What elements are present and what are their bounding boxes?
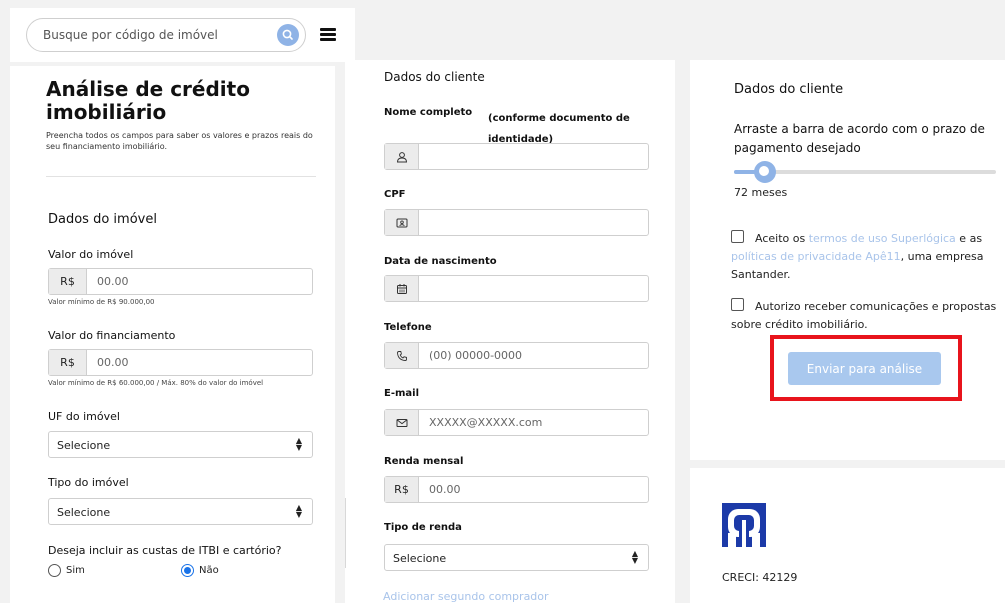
- phone-prefix: [385, 343, 419, 368]
- cpf-label: CPF: [384, 189, 406, 200]
- page-subtitle: Preencha todos os campos para saber os v…: [46, 131, 313, 151]
- select-arrows-icon: ▲ ▼: [295, 503, 302, 519]
- footer-panel: CRECI: 42129: [690, 468, 1005, 603]
- user-prefix: [385, 144, 419, 169]
- search-button[interactable]: [277, 24, 299, 46]
- envelope-prefix: [385, 410, 419, 435]
- phone-label: Telefone: [384, 322, 432, 333]
- birth-date-label: Data de nascimento: [384, 256, 497, 267]
- user-icon: [396, 151, 407, 162]
- select-arrows-icon: ▲ ▼: [295, 436, 302, 452]
- property-panel: Análise de crédito imobiliário Preencha …: [10, 66, 335, 603]
- itbi-question: Deseja incluir as custas de ITBI e cartó…: [48, 544, 282, 557]
- id-card-prefix: [385, 210, 419, 235]
- menu-icon[interactable]: [320, 28, 336, 42]
- communications-checkbox[interactable]: [731, 298, 744, 311]
- select-arrows-icon: ▲ ▼: [631, 549, 638, 565]
- income-type-label: Tipo de renda: [384, 522, 462, 533]
- page-title: Análise de crédito imobiliário: [46, 77, 250, 124]
- income-field: R$: [384, 476, 649, 503]
- birth-date-input[interactable]: [419, 276, 648, 301]
- property-value-note: Valor mínimo de R$ 90.000,00: [48, 298, 155, 306]
- phone-icon: [396, 350, 407, 361]
- add-second-buyer-link[interactable]: Adicionar segundo comprador: [383, 590, 549, 603]
- search-icon: [282, 29, 293, 40]
- logo-icon: [722, 503, 766, 547]
- income-type-select[interactable]: Selecione ▲ ▼: [384, 544, 649, 571]
- property-value-label: Valor do imóvel: [48, 248, 134, 261]
- property-type-select[interactable]: Selecione ▲ ▼: [48, 498, 313, 525]
- financing-value-field: R$: [48, 349, 313, 376]
- uf-select-value: Selecione: [57, 439, 111, 452]
- radio-no[interactable]: [181, 564, 194, 577]
- income-type-select-value: Selecione: [393, 552, 447, 565]
- financing-value-input[interactable]: [87, 350, 312, 375]
- slider-prompt: Arraste a barra de acordo com o prazo de…: [734, 122, 985, 155]
- property-value-input[interactable]: [87, 269, 312, 294]
- uf-label: UF do imóvel: [48, 410, 120, 423]
- property-value-field: R$: [48, 268, 313, 295]
- radio-no-label: Não: [199, 565, 219, 576]
- calendar-icon: [396, 283, 407, 294]
- privacy-policy-link[interactable]: políticas de privacidade Apê11: [731, 250, 901, 263]
- cpf-field: [384, 209, 649, 236]
- communications-text: Autorizo receber comunicações e proposta…: [731, 300, 997, 331]
- search-box: [26, 18, 306, 52]
- term-months: 72 meses: [734, 186, 788, 199]
- uf-select[interactable]: Selecione ▲ ▼: [48, 431, 313, 458]
- full-name-field: [384, 143, 649, 170]
- income-label: Renda mensal: [384, 456, 464, 467]
- terms-consent: Aceito os termos de uso Superlógica e as…: [731, 230, 1001, 284]
- currency-prefix: R$: [385, 477, 419, 502]
- terms-of-use-link[interactable]: termos de uso Superlógica: [809, 232, 956, 245]
- financing-value-label: Valor do financiamento: [48, 329, 176, 342]
- creci-number: CRECI: 42129: [722, 571, 798, 584]
- communications-consent: Autorizo receber comunicações e proposta…: [731, 298, 1001, 334]
- search-input[interactable]: [43, 19, 263, 51]
- terms-checkbox[interactable]: [731, 230, 744, 243]
- credit-analysis-page: Análise de crédito imobiliário Preencha …: [0, 0, 1005, 603]
- full-name-label-text: Nome completo: [384, 107, 473, 118]
- full-name-label: Nome completo: [384, 107, 472, 118]
- right-section-title: Dados do cliente: [734, 82, 844, 97]
- currency-prefix: R$: [49, 350, 87, 375]
- phone-field: [384, 342, 649, 369]
- id-card-icon: [396, 218, 407, 227]
- radio-yes-label: Sim: [66, 565, 85, 576]
- email-label: E-mail: [384, 388, 420, 399]
- top-bar: [10, 8, 355, 62]
- calendar-prefix: [385, 276, 419, 301]
- terms-text-1: Aceito os: [755, 232, 809, 245]
- term-slider[interactable]: [734, 161, 996, 183]
- client-panel: Dados do cliente Nome completo (conforme…: [345, 60, 675, 603]
- currency-prefix: R$: [49, 269, 87, 294]
- property-type-label: Tipo do imóvel: [48, 476, 129, 489]
- phone-input[interactable]: [419, 343, 648, 368]
- submit-panel: Dados do cliente Arraste a barra de acor…: [690, 60, 1005, 460]
- income-input[interactable]: [419, 477, 648, 502]
- property-type-select-value: Selecione: [57, 506, 111, 519]
- email-field: [384, 409, 649, 436]
- property-section-title: Dados do imóvel: [48, 212, 157, 227]
- radio-yes[interactable]: [48, 564, 61, 577]
- client-section-title: Dados do cliente: [384, 70, 485, 84]
- birth-date-field: [384, 275, 649, 302]
- divider: [46, 176, 316, 177]
- email-input[interactable]: [419, 410, 648, 435]
- submit-analysis-button[interactable]: Enviar para análise: [788, 352, 941, 385]
- terms-text-2: e as: [955, 232, 983, 245]
- slider-handle[interactable]: [754, 161, 777, 183]
- itbi-option-no[interactable]: Não: [181, 564, 219, 577]
- full-name-input[interactable]: [419, 144, 648, 169]
- envelope-icon: [396, 418, 407, 427]
- itbi-option-yes[interactable]: Sim: [48, 564, 85, 577]
- financing-value-note: Valor mínimo de R$ 60.000,00 / Máx. 80% …: [48, 379, 264, 387]
- cpf-input[interactable]: [419, 210, 648, 235]
- panel-edge: [345, 498, 346, 568]
